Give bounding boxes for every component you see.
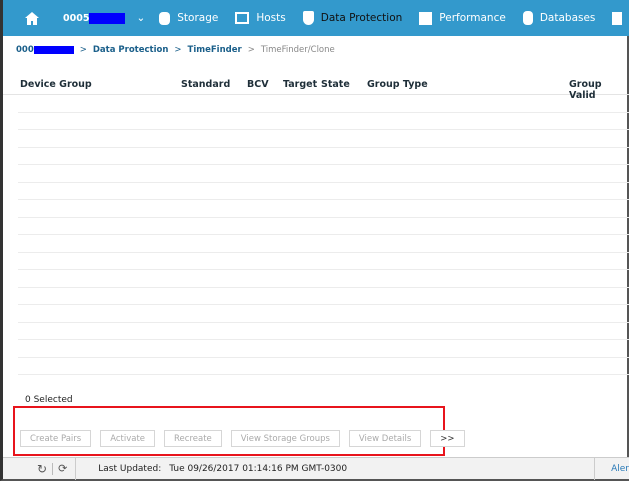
nav-label: Hosts [256, 12, 286, 24]
table-row [18, 113, 629, 130]
table-row [18, 253, 629, 270]
table-row [18, 288, 629, 305]
separator: > [247, 45, 255, 55]
action-bar: Create Pairs Activate Recreate View Stor… [20, 430, 465, 447]
nav-label: Data Protection [320, 12, 403, 24]
nav-databases[interactable]: Databases [522, 11, 596, 25]
cylinder-icon [522, 11, 533, 25]
col-target[interactable]: Target [283, 79, 317, 90]
monitor-icon [235, 12, 250, 24]
document-icon[interactable] [612, 11, 623, 25]
nav-label: Databases [539, 12, 596, 24]
recreate-button[interactable]: Recreate [164, 430, 222, 447]
shield-icon [302, 11, 314, 25]
breadcrumb: 000 > Data Protection > TimeFinder > Tim… [16, 45, 335, 55]
system-id: 000 [16, 45, 34, 55]
col-device-group[interactable]: Device Group [20, 79, 92, 90]
last-updated-label: Last Updated: [98, 463, 162, 474]
table-row [18, 200, 629, 218]
table-row [18, 340, 629, 358]
system-selector[interactable]: 0005 ⌄ [63, 12, 145, 24]
breadcrumb-current: TimeFinder/Clone [260, 45, 335, 55]
breadcrumb-data-protection[interactable]: Data Protection [93, 45, 169, 55]
col-standard[interactable]: Standard [181, 79, 230, 90]
alerts-link[interactable]: Aler [611, 464, 629, 474]
selection-count: 0 Selected [25, 395, 73, 405]
home-icon[interactable] [25, 11, 39, 25]
table-row [18, 358, 629, 375]
top-nav: 0005 ⌄ Storage Hosts Data Protection Per… [3, 0, 629, 36]
nav-storage[interactable]: Storage [159, 11, 219, 25]
bar-chart-icon [419, 11, 433, 25]
divider [594, 457, 596, 480]
col-state[interactable]: State [321, 79, 350, 90]
create-pairs-button[interactable]: Create Pairs [20, 430, 92, 447]
col-bcv[interactable]: BCV [247, 79, 269, 90]
divider [52, 462, 54, 475]
table-row [18, 130, 629, 148]
table-header: Device Group Standard BCV Target State G… [3, 79, 629, 101]
nav-performance[interactable]: Performance [419, 11, 506, 25]
chevron-down-icon: ⌄ [136, 12, 146, 24]
breadcrumb-system[interactable]: 000 [16, 45, 74, 55]
col-group-type[interactable]: Group Type [367, 79, 428, 90]
more-actions-button[interactable]: >> [430, 430, 465, 447]
refresh-icon[interactable]: ↻ [37, 462, 47, 476]
table-row [18, 305, 629, 323]
table-row [18, 270, 629, 288]
last-updated-value: Tue 09/26/2017 01:14:16 PM GMT-0300 [169, 463, 348, 474]
view-details-button[interactable]: View Details [348, 430, 422, 447]
table-row [18, 183, 629, 200]
view-storage-groups-button[interactable]: View Storage Groups [230, 430, 340, 447]
divider [75, 457, 77, 480]
system-id: 0005 [63, 12, 90, 24]
table-row [18, 148, 629, 165]
nav-hosts[interactable]: Hosts [235, 12, 286, 24]
table-row [18, 235, 629, 253]
table-body [18, 95, 629, 375]
table-row [18, 218, 629, 235]
nav-label: Performance [439, 12, 506, 24]
auto-refresh-icon[interactable]: ⟳ [58, 462, 67, 475]
separator: > [79, 45, 87, 55]
table-row [18, 323, 629, 340]
table-row [18, 95, 629, 113]
separator: > [174, 45, 182, 55]
database-icon [159, 11, 171, 25]
redacted-id [89, 12, 126, 24]
status-bar: ↻ ⟳ Last Updated: Tue 09/26/2017 01:14:1… [3, 457, 629, 480]
activate-button[interactable]: Activate [100, 430, 156, 447]
breadcrumb-timefinder[interactable]: TimeFinder [188, 45, 242, 55]
nav-label: Storage [177, 12, 219, 24]
table-row [18, 165, 629, 183]
nav-data-protection[interactable]: Data Protection [302, 11, 403, 25]
redacted-id [33, 45, 74, 54]
